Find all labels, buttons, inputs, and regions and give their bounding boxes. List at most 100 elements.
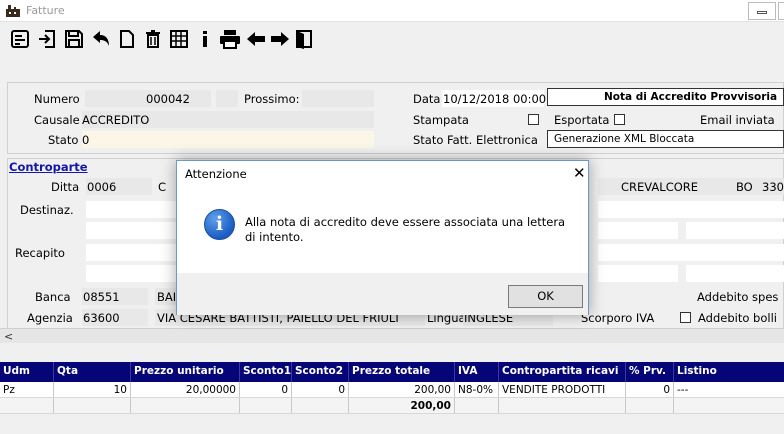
ok-button[interactable]: OK (508, 285, 583, 308)
addebito-spese-label: Addebito spes (697, 290, 779, 304)
destinaz-extra-field[interactable] (598, 222, 678, 239)
destinaz-field[interactable] (86, 201, 176, 218)
totals-row: 200,00 (0, 398, 784, 414)
col-header[interactable]: Prezzo unitario (131, 362, 240, 382)
prossimo-label: Prossimo: (244, 92, 300, 106)
title-bar: Fatture (0, 0, 784, 22)
close-icon[interactable]: ✕ (573, 164, 586, 182)
cap-value: 330 (762, 180, 784, 194)
recapito-extra-field-2[interactable] (686, 265, 784, 282)
agenzia-value: 63600 (83, 311, 120, 325)
arrow-left-icon[interactable] (244, 26, 268, 52)
app-icon (6, 5, 20, 17)
data-label: Data (413, 92, 441, 106)
numero-value: 000042 (146, 92, 190, 106)
totals-cell-empty (626, 398, 674, 413)
col-header[interactable]: Sconto2 (292, 362, 349, 382)
col-header[interactable]: Udm (0, 362, 54, 382)
totals-cell-empty (455, 398, 499, 413)
login-icon[interactable] (35, 26, 59, 52)
stato-field[interactable] (82, 131, 374, 148)
email-label: Email inviata (700, 113, 775, 127)
stato-value: 0 (82, 133, 90, 147)
prov-value: BO (736, 180, 753, 194)
stampata-label: Stampata (413, 113, 469, 127)
cell-sconto2[interactable]: 0 (292, 382, 349, 397)
cell-sconto1[interactable]: 0 (240, 382, 292, 397)
col-header[interactable]: Listino (674, 362, 784, 382)
form-icon[interactable] (8, 26, 32, 52)
col-header[interactable]: IVA (455, 362, 499, 382)
col-header[interactable]: Sconto1 (240, 362, 292, 382)
col-header[interactable]: Contropartita ricavi (499, 362, 626, 382)
recapito-field-2[interactable] (86, 265, 176, 282)
prossimo-field[interactable] (302, 90, 374, 107)
esportata-label: Esportata (554, 113, 610, 127)
stato-label: Stato (48, 133, 79, 147)
info-icon: i (204, 209, 235, 240)
grid-icon[interactable] (167, 26, 191, 52)
save-icon[interactable] (62, 26, 86, 52)
stampata-checkbox[interactable] (528, 114, 539, 125)
numero-suffix-field[interactable] (216, 90, 238, 107)
addebito-bolli-checkbox[interactable] (680, 312, 691, 323)
data-value: 10/12/2018 00:00 (443, 92, 547, 106)
cell-prezzo-unitario[interactable]: 20,00000 (131, 382, 240, 397)
causale-value: ACCREDITO (82, 113, 150, 127)
cell-listino[interactable]: --- (674, 382, 784, 397)
destinaz-extra-field-2[interactable] (686, 222, 784, 239)
totals-cell-empty (0, 398, 54, 413)
horizontal-scrollbar[interactable]: < (0, 328, 784, 343)
minimize-button[interactable] (748, 2, 776, 20)
stato-fatt-box: Generazione XML Bloccata (547, 130, 784, 148)
col-header[interactable]: Prezzo totale (349, 362, 455, 382)
nota-status-box: Nota di Accredito Provvisoria (547, 88, 784, 106)
table-row[interactable]: Pz 10 20,00000 0 0 200,00 N8-0% VENDITE … (0, 382, 784, 398)
cell-prv[interactable]: 0 (626, 382, 674, 397)
totals-cell-empty (674, 398, 784, 413)
dialog-title: Attenzione (185, 167, 247, 181)
invoice-window: Fatture Numero 000042 Prossimo: Data 10/… (0, 0, 784, 434)
info-icon[interactable] (193, 26, 217, 52)
cell-iva[interactable]: N8-0% (455, 382, 499, 397)
city-value: CREVALCORE (621, 180, 699, 194)
recapito-label: Recapito (15, 246, 65, 260)
totals-cell-empty (292, 398, 349, 413)
totals-cell-empty (240, 398, 292, 413)
print-icon[interactable] (218, 26, 242, 52)
new-document-icon[interactable] (115, 26, 139, 52)
destinaz-city-field[interactable] (598, 201, 784, 218)
totals-cell-empty (131, 398, 240, 413)
col-header[interactable]: % Prv. (626, 362, 674, 382)
cell-qta[interactable]: 10 (54, 382, 131, 397)
nota-title: Nota di Accredito Provvisoria (604, 91, 778, 103)
totals-cell-empty (54, 398, 131, 413)
destinaz-field-2[interactable] (86, 222, 176, 239)
dialog-message: Alla nota di accredito deve essere assoc… (245, 215, 566, 244)
addebito-bolli-label: Addebito bolli (698, 311, 777, 325)
scroll-left-icon[interactable]: < (4, 330, 13, 343)
minimize-icon (757, 11, 767, 14)
esportata-checkbox[interactable] (614, 114, 625, 125)
col-header[interactable]: Qta (54, 362, 131, 382)
recapito-field[interactable] (86, 244, 176, 261)
totals-cell-empty (499, 398, 626, 413)
exit-icon[interactable] (292, 26, 316, 52)
trash-icon[interactable] (141, 26, 165, 52)
banca-value: 08551 (83, 290, 120, 304)
arrow-right-icon[interactable] (268, 26, 292, 52)
cell-prezzo-totale[interactable]: 200,00 (349, 382, 455, 397)
cell-contropartita[interactable]: VENDITE PRODOTTI (499, 382, 626, 397)
ditta-value: 0006 (87, 180, 117, 194)
grid-header: Udm Qta Prezzo unitario Sconto1 Sconto2 … (0, 362, 784, 382)
recapito-extra-field[interactable] (598, 265, 678, 282)
cell-udm[interactable]: Pz (0, 382, 54, 397)
banca-desc: BAI (157, 290, 177, 304)
attention-dialog: Attenzione ✕ i Alla nota di accredito de… (176, 160, 589, 315)
numero-label: Numero (34, 92, 80, 106)
recapito-city-field[interactable] (598, 244, 784, 261)
controparte-link[interactable]: Controparte (9, 160, 88, 174)
maximize-button[interactable] (778, 2, 784, 20)
total-value: 200,00 (349, 398, 455, 413)
undo-icon[interactable] (89, 26, 113, 52)
